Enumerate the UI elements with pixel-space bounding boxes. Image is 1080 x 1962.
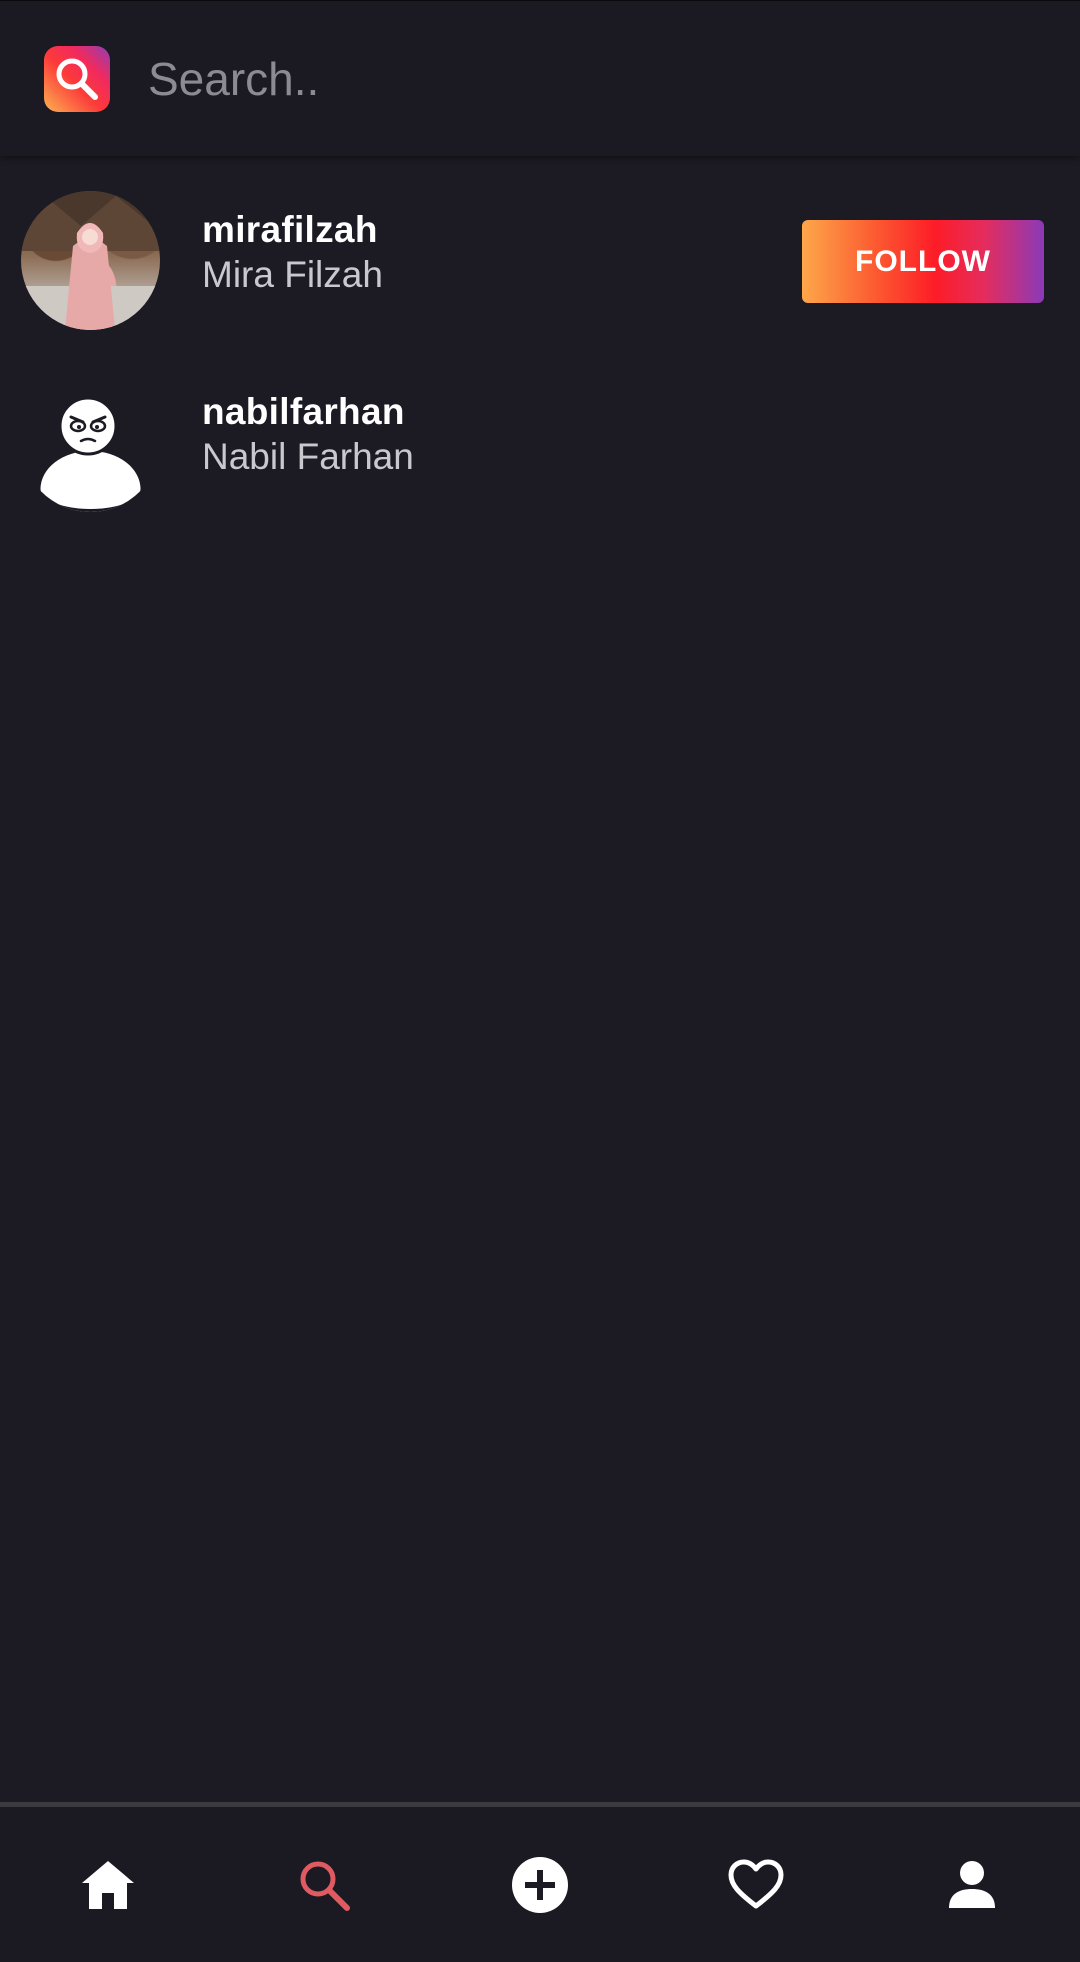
avatar[interactable] <box>21 373 160 512</box>
heart-icon <box>728 1859 784 1908</box>
search-screen: mirafilzah Mira Filzah <box>0 0 1080 1962</box>
username[interactable]: mirafilzah <box>202 208 383 252</box>
nav-profile[interactable] <box>864 1807 1080 1962</box>
nav-activity[interactable] <box>648 1807 864 1962</box>
full-name: Nabil Farhan <box>202 436 414 477</box>
home-icon <box>82 1860 134 1909</box>
full-name: Mira Filzah <box>202 254 383 295</box>
nav-search[interactable] <box>216 1807 432 1962</box>
user-text: mirafilzah Mira Filzah <box>202 208 383 298</box>
search-input[interactable] <box>148 43 1028 115</box>
bottom-navigation <box>0 1802 1080 1962</box>
default-avatar-icon <box>21 396 160 512</box>
user-row[interactable]: nabilfarhan Nabil Farhan <box>0 362 1080 544</box>
follow-button[interactable]: FOLLOW <box>802 220 1044 303</box>
search-icon <box>300 1861 350 1911</box>
search-icon[interactable] <box>44 46 110 112</box>
person-icon <box>949 1860 995 1908</box>
nav-add-post[interactable] <box>432 1807 648 1962</box>
add-circle-icon <box>512 1856 568 1913</box>
username[interactable]: nabilfarhan <box>202 390 414 434</box>
avatar[interactable] <box>21 191 160 330</box>
search-bar <box>0 0 1080 156</box>
user-text: nabilfarhan Nabil Farhan <box>202 390 414 480</box>
nav-home[interactable] <box>0 1807 216 1962</box>
